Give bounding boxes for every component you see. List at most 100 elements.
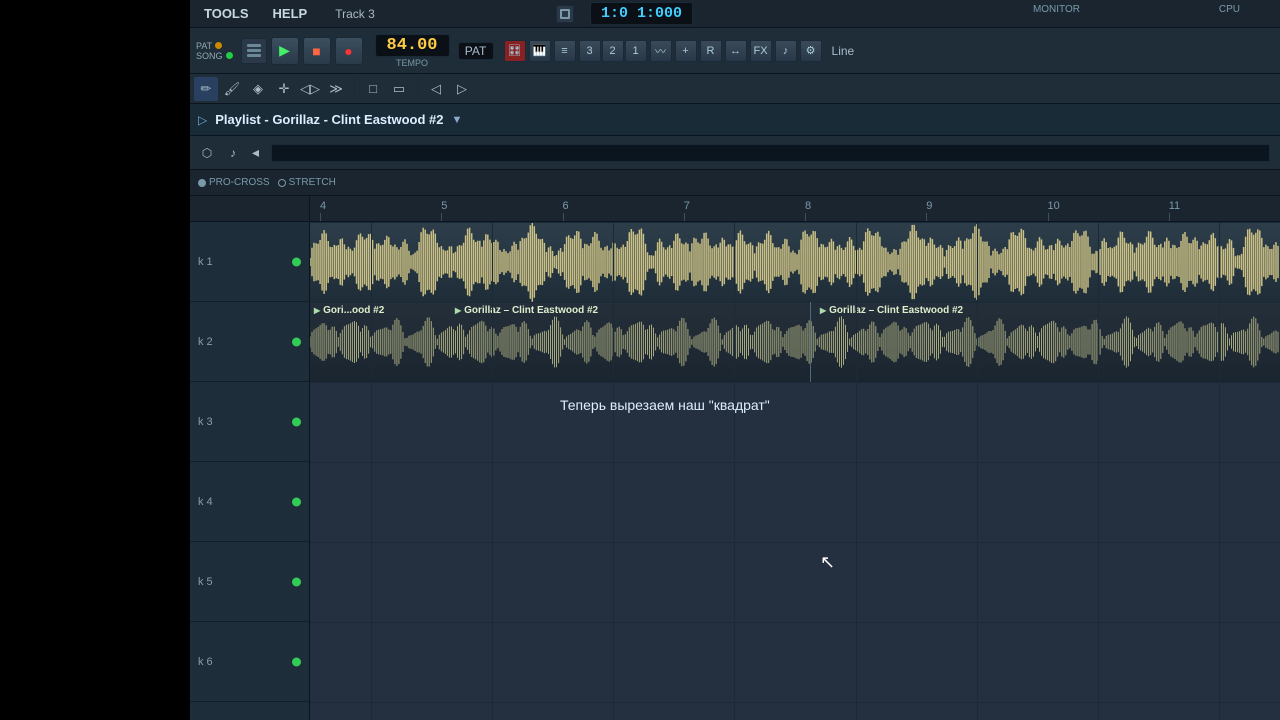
ruler-line-0	[320, 213, 321, 221]
brush-tool[interactable]: 🖌	[220, 77, 244, 101]
ruler-mark-8: 8	[805, 200, 811, 212]
pro-cross-mode[interactable]: PRO-CROSS	[198, 177, 270, 188]
fx-icon[interactable]: FX	[750, 40, 772, 62]
step-icon-1[interactable]	[556, 5, 574, 23]
ruler-line-4	[805, 213, 806, 221]
track-label-1: k 1	[198, 256, 213, 268]
piano-icon[interactable]: 🎹	[529, 40, 551, 62]
song-indicator	[226, 52, 233, 59]
track-row-7: k 7	[190, 702, 309, 720]
num2-icon[interactable]: 2	[602, 40, 624, 62]
empty-track-5	[310, 542, 1280, 622]
ruler-mark-6: 6	[563, 200, 569, 212]
ruler-mark-4: 4	[320, 200, 326, 212]
left-panel	[0, 0, 190, 720]
arrow-icon[interactable]: ↔	[725, 40, 747, 62]
tempo-label: TEMPO	[396, 58, 428, 68]
track-label-5: k 5	[198, 576, 213, 588]
tempo-display[interactable]: 84.00	[375, 34, 450, 57]
sub-note-icon[interactable]: ♪	[222, 142, 244, 164]
menu-bar: TOOLS HELP Track 3 1:0 1:000 MONITOR CPU	[190, 0, 1280, 28]
playlist-dropdown[interactable]: ▼	[452, 114, 463, 126]
main-screen: TOOLS HELP Track 3 1:0 1:000 MONITOR CPU…	[190, 0, 1280, 720]
gear-icon[interactable]: ⚙	[800, 40, 822, 62]
track-row-2: k 2	[190, 302, 309, 382]
cpu-label: CPU	[1219, 4, 1240, 15]
pat-label: PAT	[196, 41, 212, 51]
waveform-track1[interactable]	[310, 222, 1280, 302]
ruler-mark-10: 10	[1048, 200, 1060, 212]
track-green-dot-3[interactable]	[292, 417, 301, 426]
note-icon[interactable]: ♪	[775, 40, 797, 62]
ruler-line-7	[1169, 213, 1170, 221]
track-row-6: k 6	[190, 622, 309, 702]
record-button[interactable]: ●	[335, 37, 363, 65]
separator-2	[417, 79, 418, 99]
ruler-row: 4567891011	[190, 196, 1280, 222]
empty-track-6	[310, 622, 1280, 702]
ruler-line-3	[684, 213, 685, 221]
track-green-dot-4[interactable]	[292, 497, 301, 506]
track-green-dot-5[interactable]	[292, 577, 301, 586]
mixer-icon[interactable]: 🎛	[504, 40, 526, 62]
track-label-6: k 6	[198, 656, 213, 668]
stop-button[interactable]: ■	[303, 37, 331, 65]
track-row-1: k 1	[190, 222, 309, 302]
playlist-title[interactable]: Playlist - Gorillaz - Clint Eastwood #2	[215, 112, 443, 127]
zoom-tool[interactable]: ◁▷	[298, 77, 322, 101]
num1-icon[interactable]: 1	[625, 40, 647, 62]
wave-icon[interactable]: 〰	[650, 40, 672, 62]
track-row-5: k 5	[190, 542, 309, 622]
pat-song-section: PAT SONG	[196, 41, 233, 61]
track-green-dot-2[interactable]	[292, 337, 301, 346]
pat-button[interactable]: PAT	[196, 41, 233, 51]
time-display: 1:0 1:000	[590, 2, 693, 25]
scroll-left-btn[interactable]: ◂	[248, 144, 263, 161]
track-row-4: k 4	[190, 462, 309, 542]
ruler-mark-11: 11	[1169, 200, 1180, 212]
toolbar-icons: 🎛 🎹 ≡ 3 2 1 〰 + R ↔ FX ♪ ⚙	[504, 40, 822, 62]
pattern-icon[interactable]	[241, 38, 267, 64]
pro-cross-dot	[198, 179, 206, 187]
r-icon[interactable]: R	[700, 40, 722, 62]
play-button[interactable]: ▶	[271, 37, 299, 65]
pat-indicator	[215, 42, 222, 49]
song-button[interactable]: SONG	[196, 51, 233, 61]
empty-track-7	[310, 702, 1280, 720]
prev-icon[interactable]: ◁	[424, 77, 448, 101]
mode-bar: PRO-CROSS STRETCH	[190, 170, 1280, 196]
plus-icon[interactable]: +	[675, 40, 697, 62]
slice-tool[interactable]: ≫	[324, 77, 348, 101]
num3-icon[interactable]: 3	[579, 40, 601, 62]
position-bar[interactable]	[271, 144, 1270, 162]
track-green-dot-1[interactable]	[292, 257, 301, 266]
pat-sub-display: PAT	[458, 42, 494, 60]
rect-tool[interactable]: ▭	[387, 77, 411, 101]
waveform-track2[interactable]: ▶ Gori...ood #2 ▶ Gorillaz – Clint Eastw…	[310, 302, 1280, 382]
ruler-mark-9: 9	[926, 200, 932, 212]
select-tool[interactable]: ✛	[272, 77, 296, 101]
stretch-dot	[278, 179, 286, 187]
track-row-3: k 3	[190, 382, 309, 462]
stretch-mode[interactable]: STRETCH	[278, 177, 336, 188]
sub-link-icon[interactable]: ⬡	[196, 142, 218, 164]
separator-1	[354, 79, 355, 99]
track-name-display: Track 3	[335, 7, 375, 21]
waveform-svg-2	[310, 302, 1280, 382]
timeline-area[interactable]: ▶ Gori...ood #2 ▶ Gorillaz – Clint Eastw…	[310, 222, 1280, 720]
track-label-3: k 3	[198, 416, 213, 428]
ruler-line-6	[1048, 213, 1049, 221]
empty-track-4	[310, 462, 1280, 542]
waveform-svg-1	[310, 222, 1280, 302]
playlist-icon: ▷	[198, 113, 207, 127]
line-label: Line	[832, 44, 855, 58]
tools-menu[interactable]: TOOLS	[198, 4, 255, 23]
help-menu[interactable]: HELP	[267, 4, 314, 23]
eraser-tool[interactable]: ◈	[246, 77, 270, 101]
pencil-tool[interactable]: ✏	[194, 77, 218, 101]
track-green-dot-6[interactable]	[292, 657, 301, 666]
next-icon[interactable]: ▷	[450, 77, 474, 101]
ruler-line-5	[926, 213, 927, 221]
square-tool[interactable]: □	[361, 77, 385, 101]
eq-icon[interactable]: ≡	[554, 40, 576, 62]
